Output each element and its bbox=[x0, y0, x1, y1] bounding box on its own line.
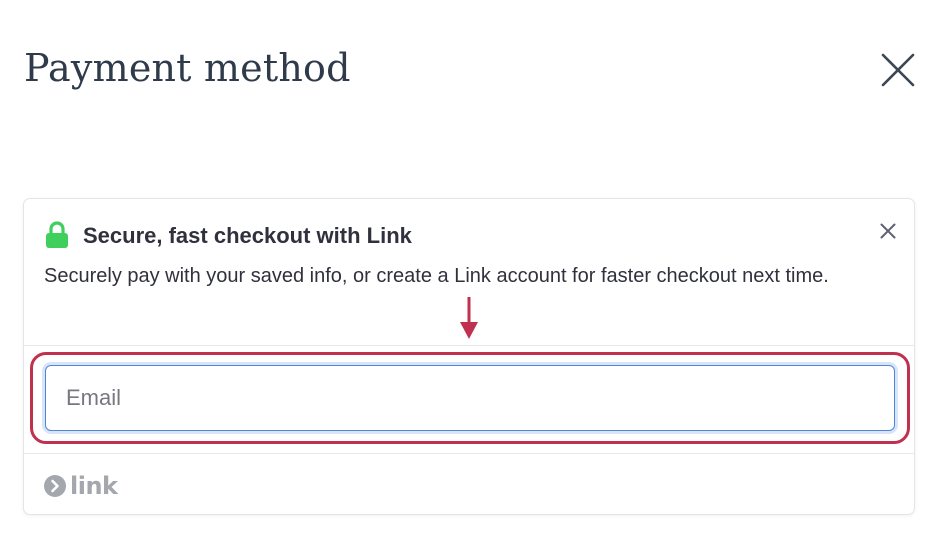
dismiss-link-banner-button[interactable] bbox=[874, 217, 902, 245]
link-logo: link bbox=[44, 472, 118, 500]
email-input[interactable] bbox=[45, 365, 895, 431]
link-card: Secure, fast checkout with Link Securely… bbox=[23, 198, 915, 515]
page-title: Payment method bbox=[24, 46, 351, 90]
close-dialog-button[interactable] bbox=[876, 48, 920, 92]
arrow-down-icon bbox=[460, 297, 478, 339]
link-card-description: Securely pay with your saved info, or cr… bbox=[44, 265, 829, 287]
link-card-header: Secure, fast checkout with Link Securely… bbox=[24, 199, 914, 346]
link-card-footer: link bbox=[24, 453, 914, 516]
close-icon bbox=[880, 223, 896, 239]
link-logo-text: link bbox=[70, 472, 118, 500]
close-icon bbox=[881, 53, 915, 87]
link-card-title: Secure, fast checkout with Link bbox=[83, 223, 412, 248]
lock-icon bbox=[46, 221, 68, 248]
chevron-right-circle-icon bbox=[44, 475, 66, 497]
